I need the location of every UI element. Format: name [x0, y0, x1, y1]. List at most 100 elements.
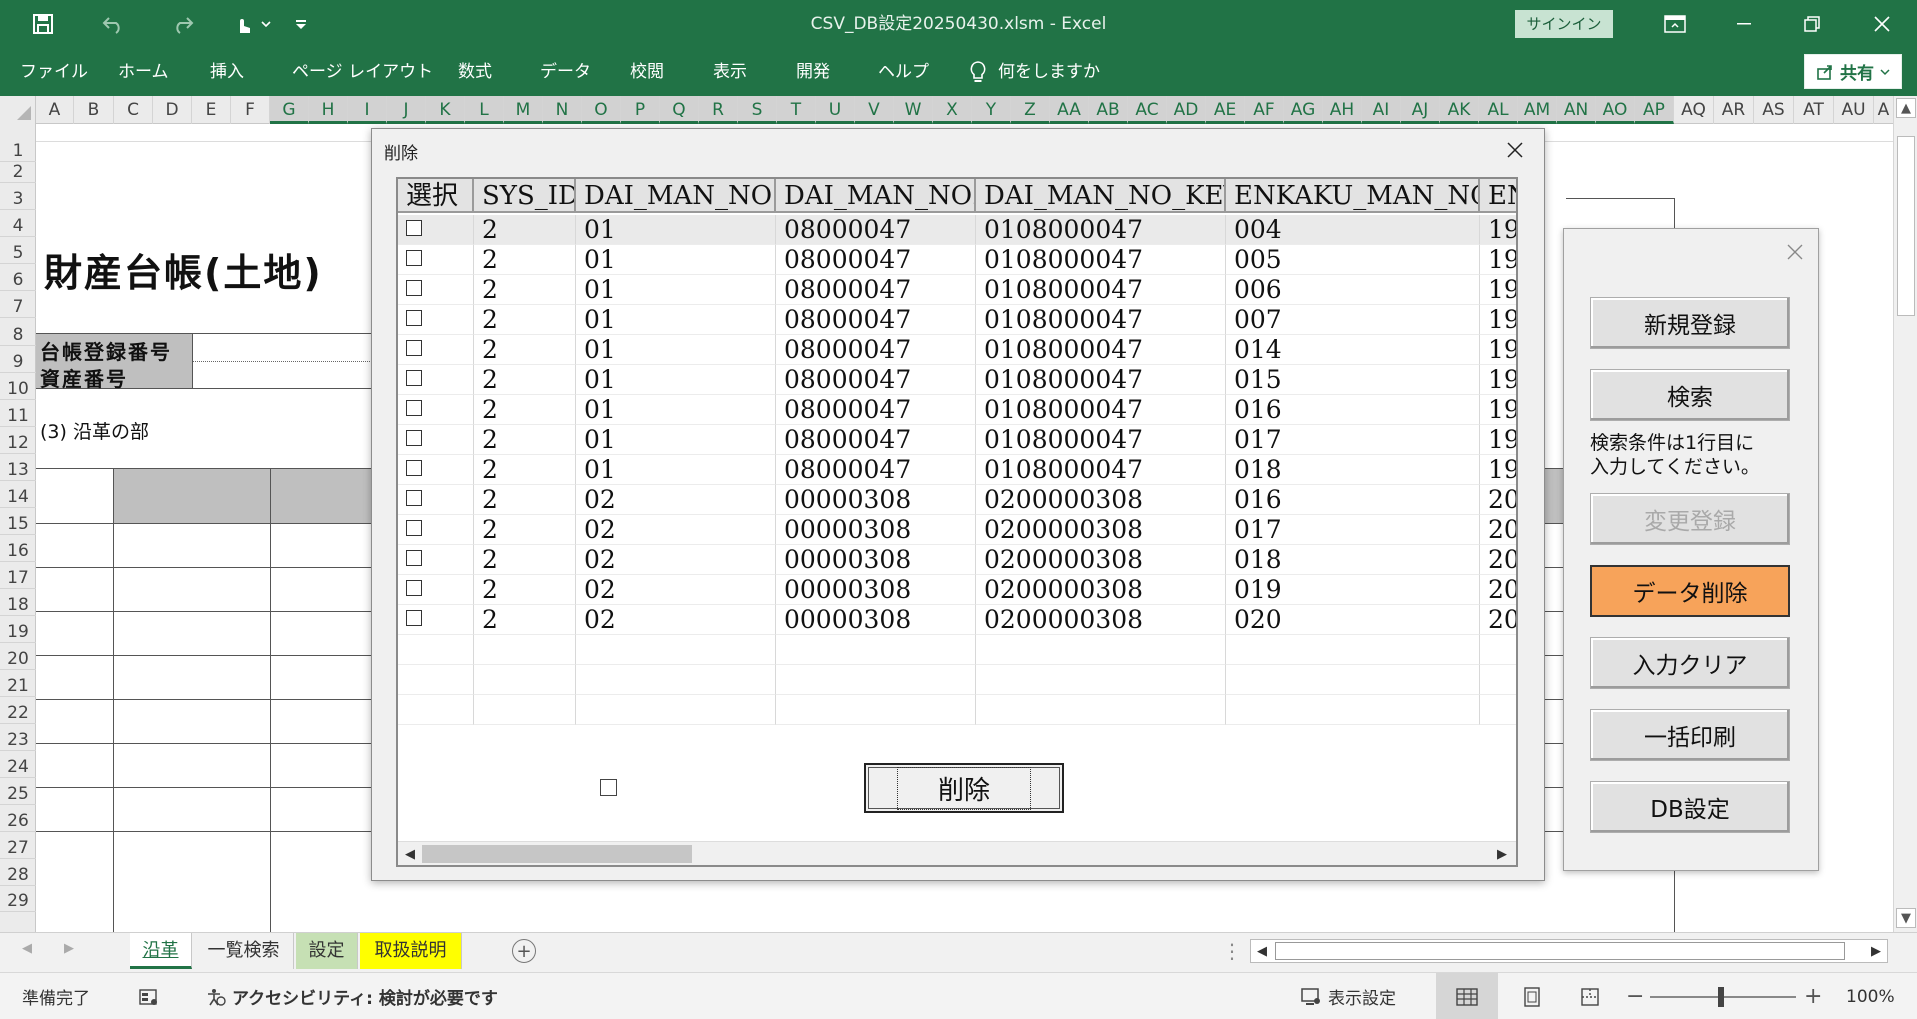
row-header[interactable]: 5: [0, 237, 36, 264]
minimize-icon[interactable]: [1716, 0, 1772, 48]
accessibility-check[interactable]: アクセシビリティ: 検討が必要です: [206, 973, 498, 1019]
column-header[interactable]: Y: [972, 96, 1011, 124]
column-header[interactable]: AQ: [1674, 96, 1714, 124]
row-header[interactable]: 24: [0, 751, 36, 778]
zoom-out-icon[interactable]: −: [1626, 973, 1644, 1019]
row-select-checkbox[interactable]: [406, 400, 422, 416]
ribbon-tab-home[interactable]: ホーム: [118, 48, 169, 96]
row-header[interactable]: 22: [0, 697, 36, 724]
panel-close-icon[interactable]: [1778, 237, 1812, 267]
zoom-slider[interactable]: [1650, 973, 1796, 1019]
column-header[interactable]: AM: [1518, 96, 1557, 124]
search-button[interactable]: 検索: [1590, 369, 1790, 421]
column-header[interactable]: AC: [1128, 96, 1167, 124]
macro-record-icon[interactable]: [138, 973, 160, 1019]
column-header[interactable]: AU: [1834, 96, 1874, 124]
tell-me-search[interactable]: 何をしますか: [968, 48, 1100, 96]
scroll-right-icon[interactable]: ▶: [1492, 844, 1512, 864]
row-header[interactable]: 12: [0, 427, 36, 454]
row-header[interactable]: 29: [0, 886, 36, 912]
grid-column-header[interactable]: 選択: [398, 179, 474, 213]
row-header[interactable]: 19: [0, 616, 36, 643]
column-header[interactable]: AN: [1557, 96, 1596, 124]
column-header[interactable]: P: [621, 96, 660, 124]
row-header[interactable]: 14: [0, 481, 36, 508]
column-header[interactable]: Q: [660, 96, 699, 124]
column-header[interactable]: S: [738, 96, 777, 124]
row-header[interactable]: 25: [0, 778, 36, 805]
column-header[interactable]: E: [192, 96, 231, 124]
column-header[interactable]: A: [36, 96, 74, 124]
column-header[interactable]: D: [153, 96, 192, 124]
row-select-checkbox[interactable]: [406, 610, 422, 626]
grid-column-header[interactable]: DAI_MAN_NO_KEY: [976, 179, 1226, 213]
ribbon-tab-insert[interactable]: 挿入: [210, 48, 244, 96]
vertical-scrollbar[interactable]: ▲ ▼: [1893, 96, 1917, 932]
row-header[interactable]: 11: [0, 400, 36, 427]
row-header[interactable]: 23: [0, 724, 36, 751]
column-header[interactable]: AR: [1714, 96, 1754, 124]
column-header[interactable]: AP: [1635, 96, 1674, 124]
row-select-checkbox[interactable]: [406, 520, 422, 536]
tab-split-handle[interactable]: ⋮: [1222, 939, 1242, 963]
column-header[interactable]: AL: [1479, 96, 1518, 124]
zoom-in-icon[interactable]: +: [1804, 973, 1822, 1019]
dialog-option-checkbox[interactable]: [600, 779, 617, 796]
column-header[interactable]: G: [270, 96, 309, 124]
tab-scroll-left-icon[interactable]: ◀: [22, 941, 32, 956]
scroll-up-icon[interactable]: ▲: [1896, 98, 1916, 118]
ribbon-tab-view[interactable]: 表示: [713, 48, 747, 96]
sheet-horizontal-scrollbar[interactable]: ◀ ▶: [1250, 939, 1888, 963]
row-header[interactable]: 3: [0, 183, 36, 210]
row-select-checkbox[interactable]: [406, 490, 422, 506]
column-header[interactable]: J: [387, 96, 426, 124]
update-register-button[interactable]: 変更登録: [1590, 493, 1790, 545]
column-header[interactable]: B: [74, 96, 114, 124]
hscroll-thumb[interactable]: [1275, 942, 1845, 960]
ribbon-tab-data[interactable]: データ: [540, 48, 591, 96]
restore-icon[interactable]: [1784, 0, 1840, 48]
ribbon-display-options-icon[interactable]: [1647, 0, 1703, 48]
column-header[interactable]: AD: [1167, 96, 1206, 124]
clear-input-button[interactable]: 入力クリア: [1590, 637, 1790, 689]
scroll-left-icon[interactable]: ◀: [400, 844, 420, 864]
column-header[interactable]: AJ: [1401, 96, 1440, 124]
batch-print-button[interactable]: 一括印刷: [1590, 709, 1790, 761]
zoom-slider-thumb[interactable]: [1718, 987, 1724, 1007]
column-header[interactable]: O: [582, 96, 621, 124]
column-header[interactable]: H: [309, 96, 348, 124]
tab-scroll-right-icon[interactable]: ▶: [64, 941, 74, 956]
column-header[interactable]: AS: [1754, 96, 1794, 124]
grid-column-header[interactable]: EN: [1480, 179, 1516, 213]
delete-data-button[interactable]: データ削除: [1590, 565, 1790, 617]
db-settings-button[interactable]: DB設定: [1590, 781, 1790, 833]
row-header[interactable]: 16: [0, 535, 36, 562]
row-select-checkbox[interactable]: [406, 220, 422, 236]
row-header[interactable]: 15: [0, 508, 36, 535]
ribbon-tab-help[interactable]: ヘルプ: [878, 48, 929, 96]
grid-horizontal-scrollbar[interactable]: ◀ ▶: [398, 841, 1516, 865]
column-header[interactable]: AB: [1089, 96, 1128, 124]
column-header[interactable]: K: [426, 96, 465, 124]
row-header[interactable]: 27: [0, 832, 36, 859]
row-header[interactable]: 18: [0, 589, 36, 616]
grid-column-header[interactable]: DAI_MAN_NO1: [576, 179, 776, 213]
column-header[interactable]: AT: [1794, 96, 1834, 124]
page-break-view-icon[interactable]: [1570, 973, 1610, 1019]
column-header[interactable]: T: [777, 96, 816, 124]
column-header[interactable]: L: [465, 96, 504, 124]
column-header[interactable]: V: [855, 96, 894, 124]
column-header[interactable]: AI: [1362, 96, 1401, 124]
row-header[interactable]: 6: [0, 264, 36, 291]
hscroll-left-icon[interactable]: ◀: [1251, 940, 1273, 962]
save-icon[interactable]: [20, 0, 66, 48]
column-header[interactable]: U: [816, 96, 855, 124]
normal-view-icon[interactable]: [1436, 973, 1498, 1019]
grid-scroll-thumb[interactable]: [422, 845, 692, 863]
grid-column-header[interactable]: DAI_MAN_NO2: [776, 179, 976, 213]
ribbon-tab-formulas[interactable]: 数式: [458, 48, 492, 96]
ribbon-tab-page-layout[interactable]: ページ レイアウト: [292, 48, 433, 96]
row-header[interactable]: 9: [0, 346, 36, 373]
row-select-checkbox[interactable]: [406, 580, 422, 596]
row-header[interactable]: 21: [0, 670, 36, 697]
